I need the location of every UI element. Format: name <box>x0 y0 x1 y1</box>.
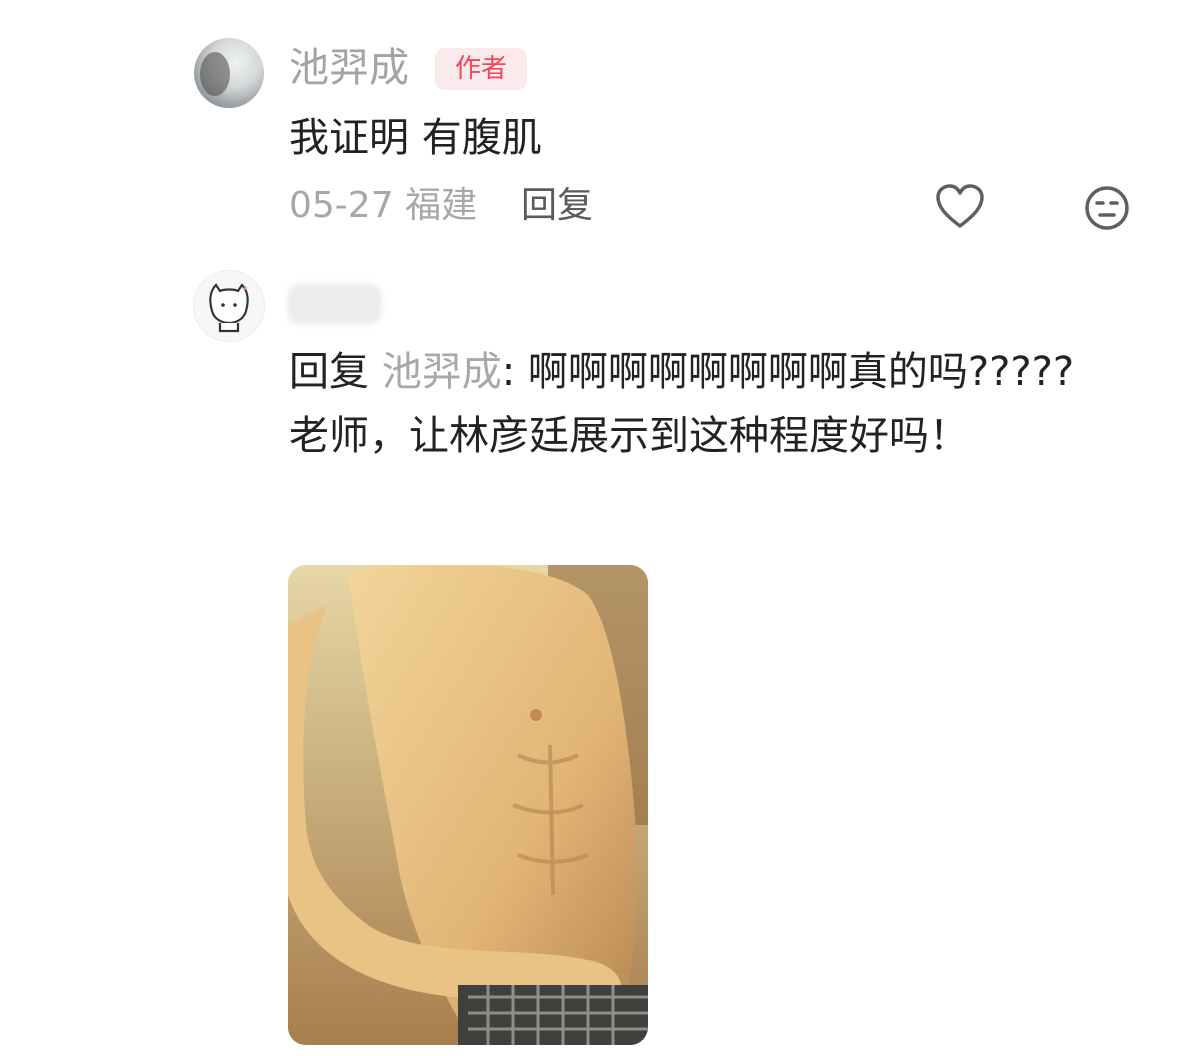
reply-button[interactable]: 回复 <box>521 184 593 228</box>
reply-text: 回复 池羿成: 啊啊啊啊啊啊啊啊真的吗????? 老师，让林彦廷展示到这种程度好… <box>289 340 1119 468</box>
comment-meta: 05-27 福建 <box>289 184 477 228</box>
cat-avatar-icon <box>209 283 249 333</box>
heart-icon[interactable] <box>934 183 986 231</box>
mention-link[interactable]: 池羿成 <box>382 349 502 395</box>
reply-prefix: 回复 <box>289 349 369 395</box>
author-badge: 作者 <box>435 48 527 90</box>
comment-text: 我证明 有腹肌 <box>289 115 542 161</box>
comment-location: 福建 <box>405 185 478 226</box>
emoji-neutral-icon[interactable] <box>1083 184 1131 232</box>
comment-thread: 池羿成 作者 我证明 有腹肌 05-27 福建 回复 回复 池羿成: 啊啊啊啊啊… <box>0 0 1179 1056</box>
hidden-username <box>287 283 382 325</box>
comment-date: 05-27 <box>289 185 394 226</box>
avatar[interactable] <box>193 270 265 342</box>
avatar[interactable] <box>194 38 264 108</box>
author-name[interactable]: 池羿成 <box>289 44 409 92</box>
comment-image[interactable] <box>288 565 648 1045</box>
torso-photo-illustration <box>288 565 648 1045</box>
